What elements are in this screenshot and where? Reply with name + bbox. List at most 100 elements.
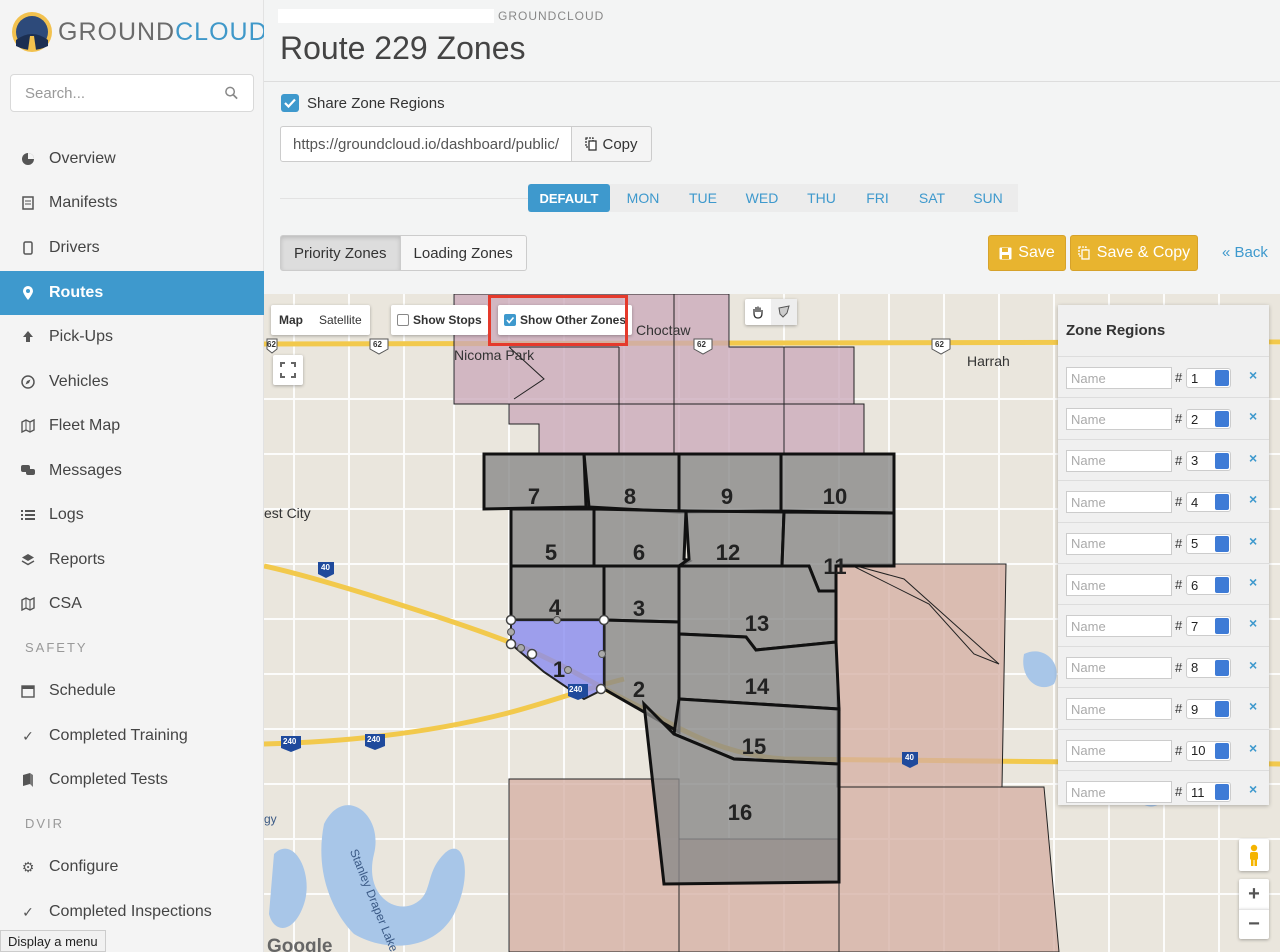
show-stops-toggle[interactable]: Show Stops <box>391 305 488 335</box>
zone-region-name-input[interactable] <box>1066 408 1172 431</box>
zone-region-number-select[interactable]: 1 <box>1186 368 1231 388</box>
priority-zones-button[interactable]: Priority Zones <box>280 235 401 271</box>
zone-region-row: #9 × <box>1058 687 1269 728</box>
sidebar-item-manifests[interactable]: Manifests <box>0 181 264 225</box>
share-url-field[interactable] <box>280 126 572 162</box>
chevron-up-down-icon <box>1215 494 1229 511</box>
delete-region-icon[interactable]: × <box>1249 740 1257 756</box>
delete-region-icon[interactable]: × <box>1249 408 1257 424</box>
chevron-up-down-icon <box>1215 701 1229 718</box>
zone-region-number-select[interactable]: 3 <box>1186 450 1231 471</box>
delete-region-icon[interactable]: × <box>1249 781 1257 797</box>
copy-button-label: Copy <box>602 135 638 153</box>
tab-thu[interactable]: THU <box>794 184 849 212</box>
share-zone-regions-label[interactable]: Share Zone Regions <box>307 95 445 112</box>
zone-region-name-input[interactable] <box>1066 656 1172 679</box>
search-input[interactable] <box>25 84 224 102</box>
tab-mon[interactable]: MON <box>610 184 676 212</box>
zone-region-number-select[interactable]: 8 <box>1186 657 1231 678</box>
zone-region-number-value: 4 <box>1191 494 1199 510</box>
zone-region-number-select[interactable]: 5 <box>1186 533 1231 554</box>
tab-sun[interactable]: SUN <box>958 184 1018 212</box>
zone-region-name-input[interactable] <box>1066 739 1172 762</box>
tab-fri[interactable]: FRI <box>849 184 906 212</box>
zone-region-name-input[interactable] <box>1066 491 1172 514</box>
share-zone-regions-checkbox[interactable] <box>281 94 299 112</box>
sidebar-item-label: Logs <box>49 506 84 523</box>
zone-region-name-input[interactable] <box>1066 615 1172 638</box>
zone-region-name-input[interactable] <box>1066 449 1172 472</box>
breadcrumb[interactable]: GROUNDCLOUD <box>498 9 604 23</box>
back-link[interactable]: « Back <box>1222 244 1268 261</box>
sidebar-item-fleet-map[interactable]: Fleet Map <box>0 404 264 448</box>
chevron-up-down-icon <box>1215 411 1229 428</box>
fullscreen-button[interactable] <box>273 355 303 385</box>
zone-region-number-select[interactable]: 2 <box>1186 409 1231 430</box>
sidebar-item-logs[interactable]: Logs <box>0 493 264 537</box>
save-copy-button[interactable]: Save & Copy <box>1070 235 1198 271</box>
share-url-group: Copy <box>280 126 652 162</box>
sidebar-item-schedule[interactable]: Schedule <box>0 669 264 713</box>
sidebar-item-reports[interactable]: Reports <box>0 538 264 582</box>
zone-region-name-input[interactable] <box>1066 781 1172 803</box>
tab-sat[interactable]: SAT <box>906 184 958 212</box>
zone-number-2: 2 <box>632 677 646 702</box>
map-type-map-button[interactable]: Map <box>271 305 311 335</box>
floppy-disk-icon <box>999 247 1012 259</box>
sidebar-item-label: Configure <box>49 858 119 875</box>
map-type-satellite-button[interactable]: Satellite <box>311 305 370 335</box>
save-button[interactable]: Save <box>988 235 1066 271</box>
sidebar-item-routes[interactable]: Routes <box>0 271 264 315</box>
sidebar-item-messages[interactable]: Messages <box>0 449 264 493</box>
zone-region-name-input[interactable] <box>1066 574 1172 596</box>
zone-map[interactable]: 62 62 62 62 40 240 240 240 40 Choctaw Ni… <box>264 294 1280 952</box>
delete-region-icon[interactable]: × <box>1249 698 1257 714</box>
zone-number-5: 5 <box>544 540 558 565</box>
search-icon[interactable] <box>224 85 239 101</box>
delete-region-icon[interactable]: × <box>1249 533 1257 549</box>
zone-region-number-select[interactable]: 4 <box>1186 492 1231 513</box>
tab-tue[interactable]: TUE <box>676 184 730 212</box>
sidebar-item-pick-ups[interactable]: Pick-Ups <box>0 315 264 359</box>
delete-region-icon[interactable]: × <box>1249 491 1257 507</box>
delete-region-icon[interactable]: × <box>1249 657 1257 673</box>
sidebar-item-configure[interactable]: ⚙ Configure <box>0 845 264 889</box>
sidebar-item-completed-tests[interactable]: Completed Tests <box>0 758 264 802</box>
street-view-pegman[interactable] <box>1239 839 1269 871</box>
polygon-draw-icon[interactable] <box>771 299 797 325</box>
zone-region-number-select[interactable]: 6 <box>1186 575 1231 595</box>
sidebar-item-vehicles[interactable]: Vehicles <box>0 360 264 404</box>
zoom-in-button[interactable]: + <box>1239 879 1269 909</box>
sidebar-item-csa[interactable]: CSA <box>0 582 264 626</box>
zone-region-name-input[interactable] <box>1066 532 1172 555</box>
pan-hand-icon[interactable] <box>745 299 771 325</box>
mobile-phone-icon <box>20 240 36 256</box>
sidebar-item-overview[interactable]: Overview <box>0 137 264 181</box>
tab-wed[interactable]: WED <box>730 184 794 212</box>
zone-region-name-input[interactable] <box>1066 367 1172 389</box>
delete-region-icon[interactable]: × <box>1249 615 1257 631</box>
delete-region-icon[interactable]: × <box>1249 367 1257 383</box>
sidebar-item-drivers[interactable]: Drivers <box>0 226 264 270</box>
highway-shield-label: 62 <box>697 340 706 349</box>
sidebar-item-completed-training[interactable]: ✓ Completed Training <box>0 714 264 758</box>
place-label-midwest-city: est City <box>264 505 311 521</box>
zone-region-name-input[interactable] <box>1066 698 1172 721</box>
copy-button[interactable]: Copy <box>572 126 652 162</box>
delete-region-icon[interactable]: × <box>1249 574 1257 590</box>
show-stops-checkbox[interactable] <box>397 314 409 326</box>
delete-region-icon[interactable]: × <box>1249 450 1257 466</box>
loading-zones-button[interactable]: Loading Zones <box>400 235 527 271</box>
tab-default[interactable]: DEFAULT <box>528 184 610 212</box>
zone-number-hash: # <box>1175 452 1183 468</box>
zone-region-number-select[interactable]: 7 <box>1186 616 1231 637</box>
zone-region-number-select[interactable]: 10 <box>1186 740 1231 761</box>
brand-logo[interactable]: GROUNDCLOUD <box>10 10 268 54</box>
zoom-out-button[interactable]: − <box>1239 909 1269 939</box>
place-label-choctaw: Choctaw <box>636 322 691 338</box>
zone-number-11: 11 <box>823 554 847 579</box>
zone-region-number-select[interactable]: 9 <box>1186 699 1231 720</box>
zone-region-number-value: 11 <box>1191 784 1205 800</box>
sidebar-item-completed-inspections[interactable]: ✓ Completed Inspections <box>0 890 264 934</box>
zone-region-number-select[interactable]: 11 <box>1186 782 1231 802</box>
